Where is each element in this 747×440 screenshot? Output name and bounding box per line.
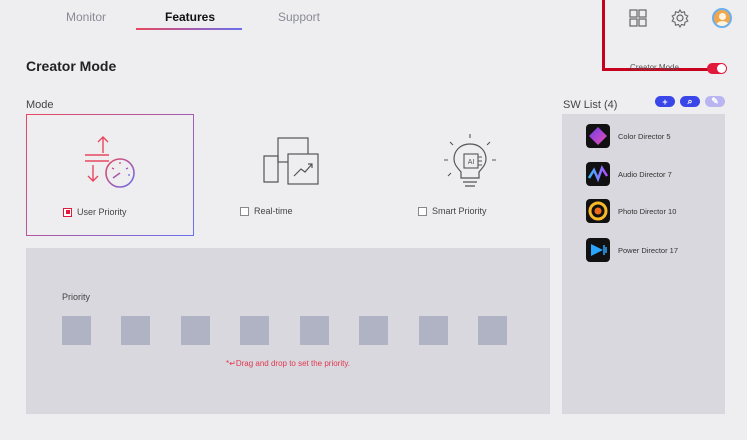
photo-director-icon bbox=[586, 199, 610, 223]
priority-slot[interactable] bbox=[359, 316, 388, 345]
list-item[interactable]: Photo Director 10 bbox=[586, 199, 676, 223]
priority-slot[interactable] bbox=[300, 316, 329, 345]
grid-icon[interactable] bbox=[628, 8, 648, 28]
top-nav: Monitor Features Support bbox=[0, 0, 747, 36]
user-priority-option[interactable]: User Priority bbox=[63, 207, 127, 217]
annotation-line-vertical bbox=[602, 0, 605, 71]
drag-hint-icon: *↵ bbox=[226, 359, 236, 368]
app-name: Photo Director 10 bbox=[618, 206, 677, 216]
search-icon: ⌕ bbox=[687, 96, 693, 106]
tab-features[interactable]: Features bbox=[160, 10, 220, 24]
smart-priority-option[interactable]: Smart Priority bbox=[418, 206, 487, 216]
priority-slot[interactable] bbox=[240, 316, 269, 345]
edit-software-button[interactable]: ✎ bbox=[705, 96, 725, 107]
user-priority-label: User Priority bbox=[77, 207, 127, 217]
real-time-icon bbox=[263, 137, 319, 185]
app-name: Power Director 17 bbox=[618, 245, 679, 255]
real-time-checkbox[interactable] bbox=[240, 206, 249, 216]
pencil-icon: ✎ bbox=[711, 96, 719, 106]
priority-slot[interactable] bbox=[181, 316, 210, 345]
smart-priority-checkbox[interactable] bbox=[418, 206, 427, 216]
priority-label: Priority bbox=[62, 292, 91, 302]
tab-support[interactable]: Support bbox=[273, 10, 325, 24]
smart-priority-label: Smart Priority bbox=[432, 206, 487, 216]
list-item[interactable]: Power Director 17 bbox=[586, 238, 678, 262]
drag-hint-text: Drag and drop to set the priority. bbox=[235, 359, 350, 368]
app-name: Audio Director 7 bbox=[618, 169, 672, 179]
add-software-button[interactable]: + bbox=[655, 96, 675, 107]
search-software-button[interactable]: ⌕ bbox=[680, 96, 700, 107]
active-tab-indicator bbox=[136, 28, 242, 30]
drag-hint: *↵Drag and drop to set the priority. bbox=[26, 359, 550, 368]
audio-director-icon bbox=[586, 162, 610, 186]
svg-text:AI: AI bbox=[468, 159, 475, 166]
user-priority-icon bbox=[85, 136, 135, 188]
mode-card-real-time[interactable]: Real-time bbox=[206, 114, 374, 236]
sw-list-label: SW List (4) bbox=[563, 99, 618, 111]
page-title: Creator Mode bbox=[26, 58, 117, 74]
mode-card-smart-priority[interactable]: AI Smart Priority bbox=[386, 114, 554, 236]
priority-panel: Priority *↵Drag and drop to set the prio… bbox=[26, 248, 550, 414]
mode-card-user-priority[interactable]: User Priority bbox=[26, 114, 194, 236]
plus-icon: + bbox=[662, 96, 668, 107]
sw-list-panel: Color Director 5 Audio Director 7 Photo … bbox=[562, 114, 725, 414]
mode-section-label: Mode bbox=[26, 99, 54, 111]
list-item[interactable]: Audio Director 7 bbox=[586, 162, 672, 186]
gear-icon[interactable] bbox=[670, 8, 690, 28]
creator-mode-toggle[interactable] bbox=[707, 63, 727, 74]
real-time-option[interactable]: Real-time bbox=[240, 206, 293, 216]
priority-slot[interactable] bbox=[419, 316, 448, 345]
real-time-label: Real-time bbox=[254, 206, 293, 216]
creator-mode-toggle-label: Creator Mode bbox=[630, 63, 679, 72]
color-director-icon bbox=[586, 124, 610, 148]
power-director-icon bbox=[586, 238, 610, 262]
app-name: Color Director 5 bbox=[618, 131, 671, 141]
smart-priority-icon: AI bbox=[444, 134, 496, 187]
user-priority-checkbox[interactable] bbox=[63, 207, 72, 217]
priority-slot[interactable] bbox=[121, 316, 150, 345]
tab-monitor[interactable]: Monitor bbox=[60, 10, 112, 24]
priority-slot[interactable] bbox=[478, 316, 507, 345]
list-item[interactable]: Color Director 5 bbox=[586, 124, 671, 148]
avatar[interactable] bbox=[712, 8, 732, 28]
priority-slot[interactable] bbox=[62, 316, 91, 345]
